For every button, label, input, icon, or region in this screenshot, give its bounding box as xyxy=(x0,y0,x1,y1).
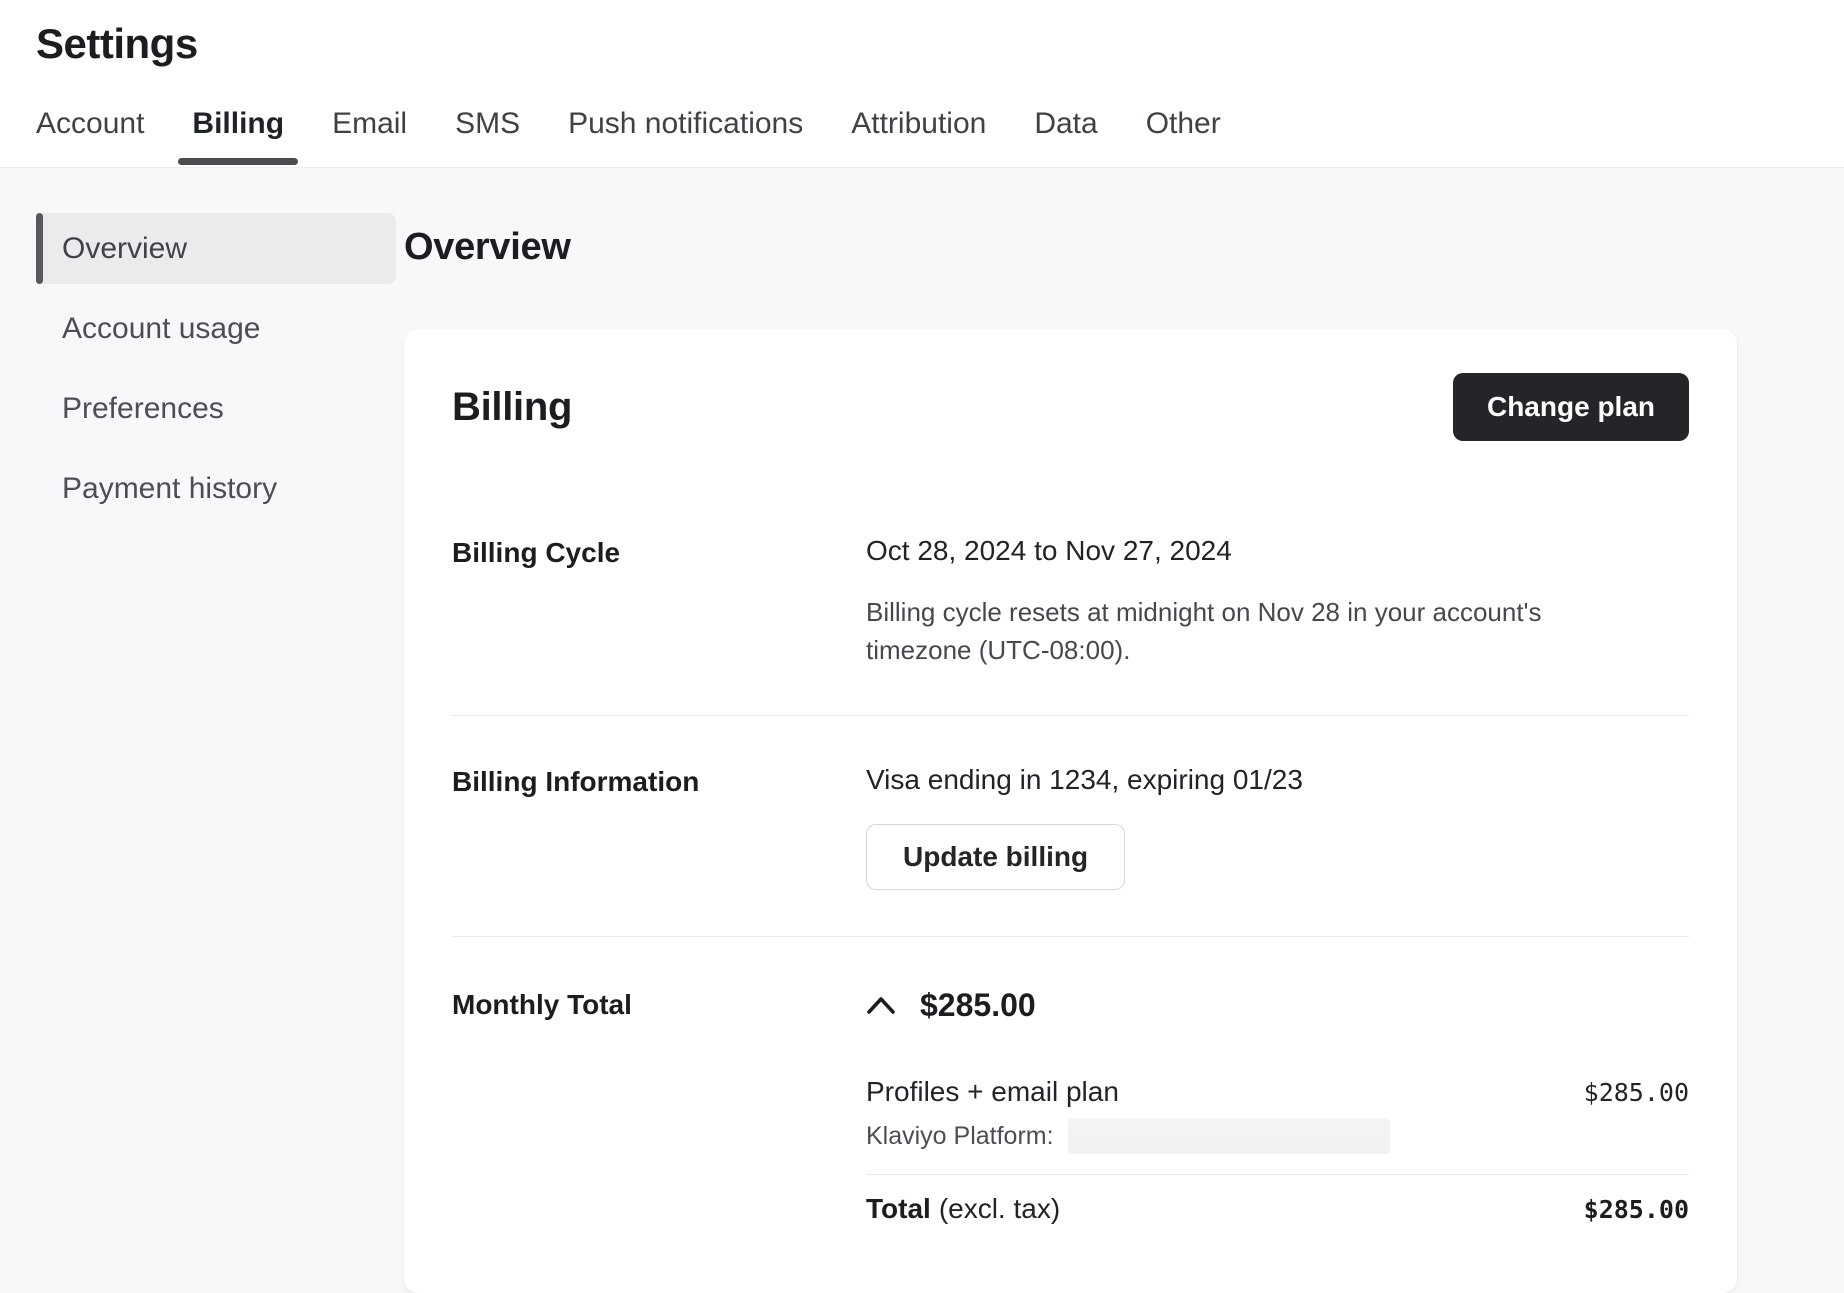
grand-total-label-text: Total xyxy=(866,1193,931,1224)
redacted-value xyxy=(1068,1118,1390,1154)
sidebar-item-overview[interactable]: Overview xyxy=(36,213,396,284)
divider xyxy=(452,715,1689,716)
billing-information-label: Billing Information xyxy=(452,764,866,890)
chevron-up-icon xyxy=(866,996,896,1015)
billing-cycle-label: Billing Cycle xyxy=(452,535,866,669)
billing-sidebar: Overview Account usage Preferences Payme… xyxy=(0,168,400,1287)
monthly-total-label: Monthly Total xyxy=(452,987,866,1225)
monthly-total-row: Monthly Total $285.00 xyxy=(452,987,1689,1225)
tab-billing[interactable]: Billing xyxy=(192,107,284,167)
update-billing-button[interactable]: Update billing xyxy=(866,824,1125,890)
collapse-toggle-button[interactable] xyxy=(866,996,896,1015)
billing-card: Billing Change plan Billing Cycle Oct 28… xyxy=(404,329,1737,1293)
monthly-total-amount: $285.00 xyxy=(920,987,1036,1024)
billing-settings-body: Overview Account usage Preferences Payme… xyxy=(0,168,1844,1287)
billing-cycle-description: Billing cycle resets at midnight on Nov … xyxy=(866,593,1636,669)
divider xyxy=(452,936,1689,937)
sidebar-item-preferences[interactable]: Preferences xyxy=(36,373,396,444)
divider xyxy=(866,1174,1689,1175)
line-item-detail: Klaviyo Platform: xyxy=(866,1118,1689,1154)
line-item-amount: $285.00 xyxy=(1584,1078,1689,1107)
line-items: Profiles + email plan $285.00 Klaviyo Pl… xyxy=(866,1076,1689,1225)
tab-sms[interactable]: SMS xyxy=(455,107,520,167)
tab-push-notifications[interactable]: Push notifications xyxy=(568,107,803,167)
grand-total-label: Total (excl. tax) xyxy=(866,1193,1060,1225)
billing-card-header: Billing Change plan xyxy=(452,373,1689,441)
tab-other[interactable]: Other xyxy=(1146,107,1221,167)
page-title: Settings xyxy=(36,20,1844,68)
overview-heading: Overview xyxy=(404,226,1737,269)
grand-total-row: Total (excl. tax) $285.00 xyxy=(866,1193,1689,1225)
grand-total-label-note: (excl. tax) xyxy=(939,1193,1060,1224)
monthly-total-summary: $285.00 xyxy=(866,987,1689,1024)
grand-total-amount: $285.00 xyxy=(1584,1195,1689,1224)
overview-panel: Overview Billing Change plan Billing Cyc… xyxy=(400,168,1844,1287)
tab-data[interactable]: Data xyxy=(1034,107,1097,167)
settings-tab-bar: Account Billing Email SMS Push notificat… xyxy=(36,107,1844,167)
billing-information-value: Visa ending in 1234, expiring 01/23 xyxy=(866,764,1689,796)
tab-attribution[interactable]: Attribution xyxy=(851,107,986,167)
billing-card-title: Billing xyxy=(452,385,572,430)
tab-email[interactable]: Email xyxy=(332,107,407,167)
line-item-detail-label: Klaviyo Platform: xyxy=(866,1122,1054,1151)
billing-cycle-value: Oct 28, 2024 to Nov 27, 2024 xyxy=(866,535,1689,567)
billing-cycle-row: Billing Cycle Oct 28, 2024 to Nov 27, 20… xyxy=(452,535,1689,669)
sidebar-item-account-usage[interactable]: Account usage xyxy=(36,293,396,364)
line-item-name: Profiles + email plan xyxy=(866,1076,1119,1108)
change-plan-button[interactable]: Change plan xyxy=(1453,373,1689,441)
tab-account[interactable]: Account xyxy=(36,107,144,167)
line-item: Profiles + email plan $285.00 xyxy=(866,1076,1689,1108)
billing-information-row: Billing Information Visa ending in 1234,… xyxy=(452,764,1689,890)
settings-header: Settings Account Billing Email SMS Push … xyxy=(0,0,1844,168)
sidebar-item-payment-history[interactable]: Payment history xyxy=(36,453,396,524)
